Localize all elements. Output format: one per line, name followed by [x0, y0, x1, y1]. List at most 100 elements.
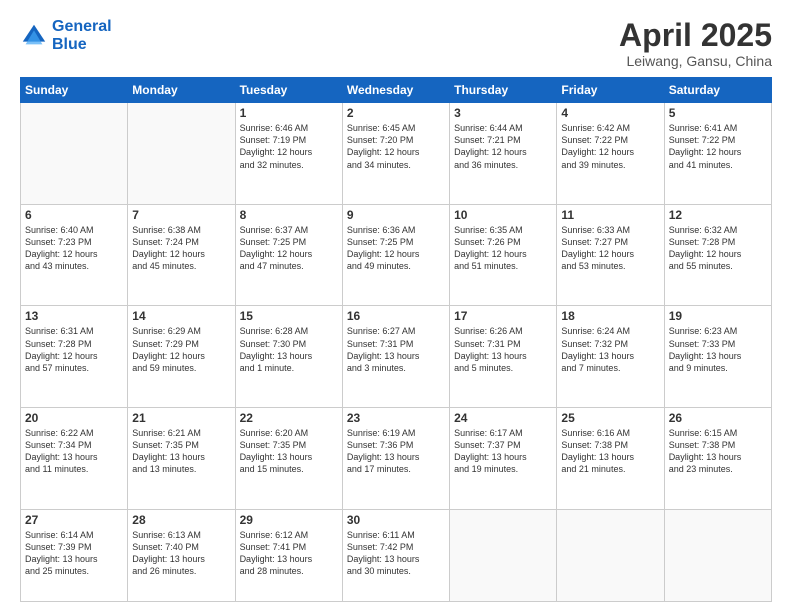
- location: Leiwang, Gansu, China: [619, 53, 772, 69]
- table-row: 6 Sunrise: 6:40 AM Sunset: 7:23 PM Daylig…: [21, 204, 128, 306]
- day-number: 20: [25, 411, 123, 425]
- col-thursday: Thursday: [450, 78, 557, 103]
- header: General Blue April 2025 Leiwang, Gansu, …: [20, 18, 772, 69]
- day-number: 12: [669, 208, 767, 222]
- calendar-week-row: 27 Sunrise: 6:14 AM Sunset: 7:39 PM Dayli…: [21, 509, 772, 601]
- day-number: 26: [669, 411, 767, 425]
- table-row: 21 Sunrise: 6:21 AM Sunset: 7:35 PM Dayli…: [128, 408, 235, 510]
- table-row: 20 Sunrise: 6:22 AM Sunset: 7:34 PM Dayli…: [21, 408, 128, 510]
- calendar-week-row: 20 Sunrise: 6:22 AM Sunset: 7:34 PM Dayli…: [21, 408, 772, 510]
- table-row: 13Sunrise: 6:31 AM Sunset: 7:28 PM Dayli…: [21, 306, 128, 408]
- table-row: 28Sunrise: 6:13 AM Sunset: 7:40 PM Dayli…: [128, 509, 235, 601]
- calendar-week-row: 1 Sunrise: 6:46 AM Sunset: 7:19 PM Daylig…: [21, 103, 772, 205]
- day-info: Sunrise: 6:37 AM Sunset: 7:25 PM Dayligh…: [240, 224, 338, 273]
- day-info: Sunrise: 6:15 AM Sunset: 7:38 PM Dayligh…: [669, 427, 767, 476]
- day-number: 21: [132, 411, 230, 425]
- table-row: [21, 103, 128, 205]
- logo: General Blue: [20, 18, 112, 53]
- table-row: 17Sunrise: 6:26 AM Sunset: 7:31 PM Dayli…: [450, 306, 557, 408]
- day-number: 10: [454, 208, 552, 222]
- day-info: Sunrise: 6:38 AM Sunset: 7:24 PM Dayligh…: [132, 224, 230, 273]
- day-number: 3: [454, 106, 552, 120]
- table-row: 16 Sunrise: 6:27 AM Sunset: 7:31 PM Dayli…: [342, 306, 449, 408]
- table-row: 27 Sunrise: 6:14 AM Sunset: 7:39 PM Dayli…: [21, 509, 128, 601]
- table-row: 1 Sunrise: 6:46 AM Sunset: 7:19 PM Daylig…: [235, 103, 342, 205]
- table-row: 18 Sunrise: 6:24 AM Sunset: 7:32 PM Dayli…: [557, 306, 664, 408]
- table-row: 19 Sunrise: 6:23 AM Sunset: 7:33 PM Dayli…: [664, 306, 771, 408]
- day-number: 6: [25, 208, 123, 222]
- table-row: [664, 509, 771, 601]
- day-info: Sunrise: 6:16 AM Sunset: 7:38 PM Dayligh…: [561, 427, 659, 476]
- day-info: Sunrise: 6:35 AM Sunset: 7:26 PM Dayligh…: [454, 224, 552, 273]
- day-number: 22: [240, 411, 338, 425]
- table-row: 11 Sunrise: 6:33 AM Sunset: 7:27 PM Dayli…: [557, 204, 664, 306]
- table-row: 8 Sunrise: 6:37 AM Sunset: 7:25 PM Daylig…: [235, 204, 342, 306]
- day-info: Sunrise: 6:44 AM Sunset: 7:21 PM Dayligh…: [454, 122, 552, 171]
- month-title: April 2025: [619, 18, 772, 53]
- day-info: Sunrise: 6:31 AM Sunset: 7:28 PM Dayligh…: [25, 325, 123, 374]
- day-number: 1: [240, 106, 338, 120]
- day-info: Sunrise: 6:27 AM Sunset: 7:31 PM Dayligh…: [347, 325, 445, 374]
- day-number: 7: [132, 208, 230, 222]
- table-row: 9Sunrise: 6:36 AM Sunset: 7:25 PM Daylig…: [342, 204, 449, 306]
- day-number: 5: [669, 106, 767, 120]
- day-number: 18: [561, 309, 659, 323]
- day-info: Sunrise: 6:40 AM Sunset: 7:23 PM Dayligh…: [25, 224, 123, 273]
- day-info: Sunrise: 6:21 AM Sunset: 7:35 PM Dayligh…: [132, 427, 230, 476]
- table-row: 5Sunrise: 6:41 AM Sunset: 7:22 PM Daylig…: [664, 103, 771, 205]
- day-number: 19: [669, 309, 767, 323]
- table-row: [128, 103, 235, 205]
- day-number: 27: [25, 513, 123, 527]
- day-info: Sunrise: 6:33 AM Sunset: 7:27 PM Dayligh…: [561, 224, 659, 273]
- day-number: 23: [347, 411, 445, 425]
- col-saturday: Saturday: [664, 78, 771, 103]
- day-info: Sunrise: 6:32 AM Sunset: 7:28 PM Dayligh…: [669, 224, 767, 273]
- day-info: Sunrise: 6:19 AM Sunset: 7:36 PM Dayligh…: [347, 427, 445, 476]
- day-number: 11: [561, 208, 659, 222]
- day-info: Sunrise: 6:13 AM Sunset: 7:40 PM Dayligh…: [132, 529, 230, 578]
- day-number: 14: [132, 309, 230, 323]
- table-row: 30 Sunrise: 6:11 AM Sunset: 7:42 PM Dayli…: [342, 509, 449, 601]
- table-row: 7 Sunrise: 6:38 AM Sunset: 7:24 PM Daylig…: [128, 204, 235, 306]
- table-row: 2 Sunrise: 6:45 AM Sunset: 7:20 PM Daylig…: [342, 103, 449, 205]
- table-row: 4 Sunrise: 6:42 AM Sunset: 7:22 PM Daylig…: [557, 103, 664, 205]
- day-number: 4: [561, 106, 659, 120]
- day-info: Sunrise: 6:14 AM Sunset: 7:39 PM Dayligh…: [25, 529, 123, 578]
- calendar-table: Sunday Monday Tuesday Wednesday Thursday…: [20, 77, 772, 602]
- day-number: 24: [454, 411, 552, 425]
- table-row: 12 Sunrise: 6:32 AM Sunset: 7:28 PM Dayli…: [664, 204, 771, 306]
- day-info: Sunrise: 6:45 AM Sunset: 7:20 PM Dayligh…: [347, 122, 445, 171]
- table-row: [450, 509, 557, 601]
- col-sunday: Sunday: [21, 78, 128, 103]
- day-info: Sunrise: 6:26 AM Sunset: 7:31 PM Dayligh…: [454, 325, 552, 374]
- page: General Blue April 2025 Leiwang, Gansu, …: [0, 0, 792, 612]
- day-number: 30: [347, 513, 445, 527]
- calendar-header-row: Sunday Monday Tuesday Wednesday Thursday…: [21, 78, 772, 103]
- day-number: 2: [347, 106, 445, 120]
- col-wednesday: Wednesday: [342, 78, 449, 103]
- day-info: Sunrise: 6:23 AM Sunset: 7:33 PM Dayligh…: [669, 325, 767, 374]
- day-number: 15: [240, 309, 338, 323]
- day-number: 16: [347, 309, 445, 323]
- title-block: April 2025 Leiwang, Gansu, China: [619, 18, 772, 69]
- day-info: Sunrise: 6:11 AM Sunset: 7:42 PM Dayligh…: [347, 529, 445, 578]
- calendar-week-row: 13Sunrise: 6:31 AM Sunset: 7:28 PM Dayli…: [21, 306, 772, 408]
- day-info: Sunrise: 6:46 AM Sunset: 7:19 PM Dayligh…: [240, 122, 338, 171]
- col-friday: Friday: [557, 78, 664, 103]
- table-row: 10 Sunrise: 6:35 AM Sunset: 7:26 PM Dayli…: [450, 204, 557, 306]
- logo-icon: [20, 22, 48, 50]
- table-row: 22 Sunrise: 6:20 AM Sunset: 7:35 PM Dayli…: [235, 408, 342, 510]
- table-row: 24Sunrise: 6:17 AM Sunset: 7:37 PM Dayli…: [450, 408, 557, 510]
- day-info: Sunrise: 6:24 AM Sunset: 7:32 PM Dayligh…: [561, 325, 659, 374]
- day-info: Sunrise: 6:36 AM Sunset: 7:25 PM Dayligh…: [347, 224, 445, 273]
- col-tuesday: Tuesday: [235, 78, 342, 103]
- table-row: 23 Sunrise: 6:19 AM Sunset: 7:36 PM Dayli…: [342, 408, 449, 510]
- table-row: 26 Sunrise: 6:15 AM Sunset: 7:38 PM Dayli…: [664, 408, 771, 510]
- calendar-week-row: 6 Sunrise: 6:40 AM Sunset: 7:23 PM Daylig…: [21, 204, 772, 306]
- day-info: Sunrise: 6:12 AM Sunset: 7:41 PM Dayligh…: [240, 529, 338, 578]
- day-info: Sunrise: 6:42 AM Sunset: 7:22 PM Dayligh…: [561, 122, 659, 171]
- day-info: Sunrise: 6:29 AM Sunset: 7:29 PM Dayligh…: [132, 325, 230, 374]
- day-number: 8: [240, 208, 338, 222]
- day-info: Sunrise: 6:22 AM Sunset: 7:34 PM Dayligh…: [25, 427, 123, 476]
- day-info: Sunrise: 6:20 AM Sunset: 7:35 PM Dayligh…: [240, 427, 338, 476]
